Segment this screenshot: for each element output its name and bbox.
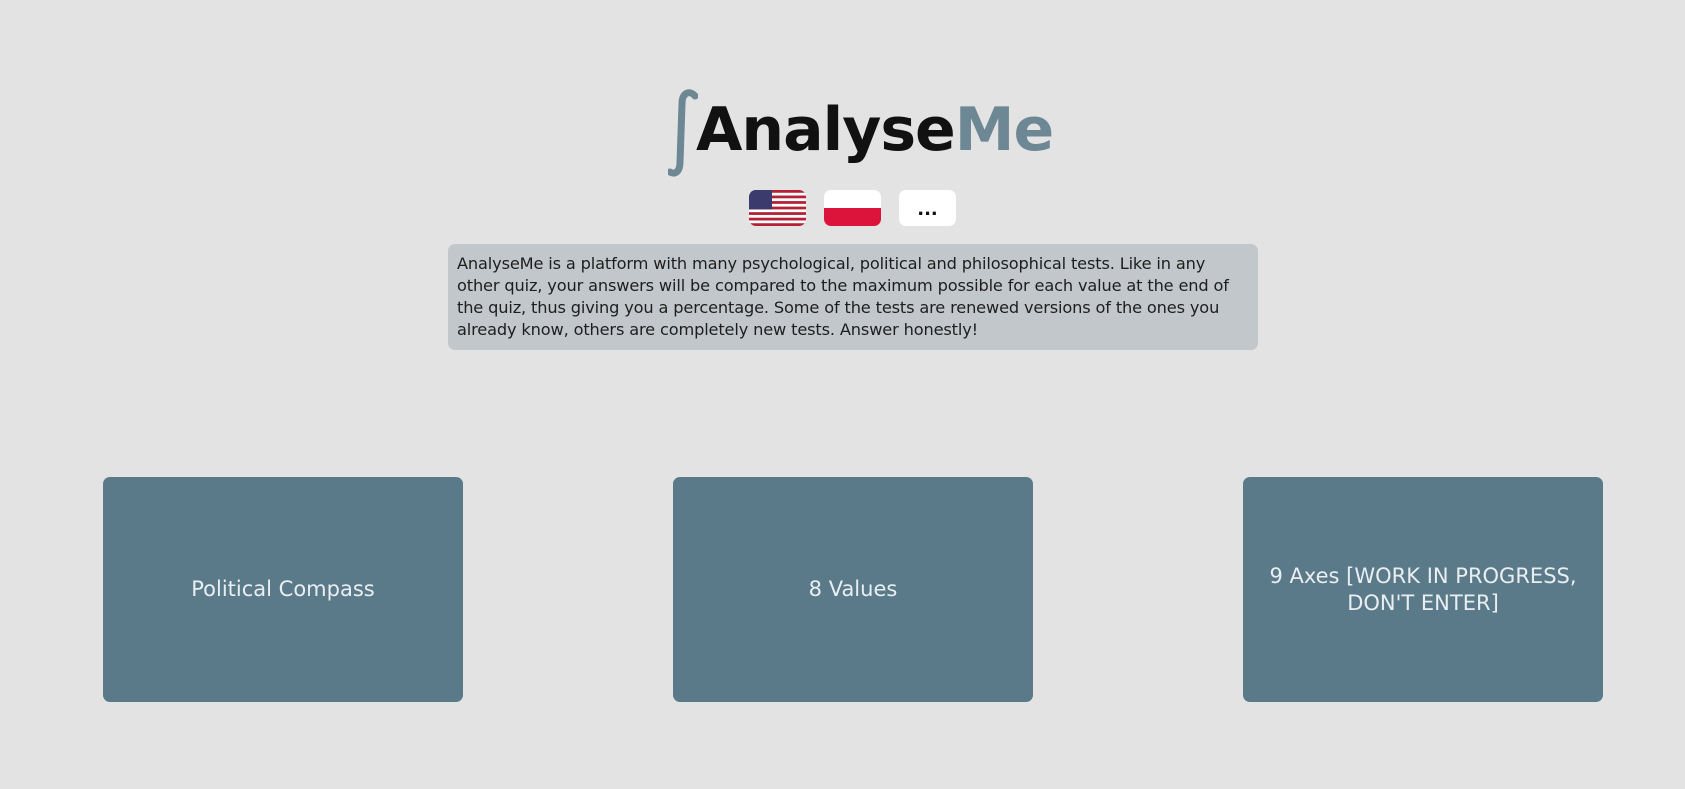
language-selector: ... [749,190,956,226]
integral-logo-icon [668,89,698,177]
logo-text-analyse: Analyse [696,95,956,165]
test-card-8-values[interactable]: 8 Values [673,477,1033,702]
more-languages-button[interactable]: ... [899,190,956,226]
page: AnalyseMe ... AnalyseMe is a platform wi… [0,0,1685,789]
site-logo[interactable]: AnalyseMe [668,82,1054,178]
test-card-political-compass[interactable]: Political Compass [103,477,463,702]
site-description: AnalyseMe is a platform with many psycho… [448,244,1258,350]
us-flag-icon [749,190,806,226]
test-card-label: 8 Values [808,577,898,601]
logo-text-me: Me [954,95,1054,165]
test-card-9-axes[interactable]: 9 Axes [WORK IN PROGRESS, DON'T ENTER] [1243,477,1603,702]
logo-wordmark: AnalyseMe [696,100,1054,178]
test-card-label: 9 Axes [WORK IN PROGRESS, DON'T ENTER] [1269,563,1577,615]
test-card-label: Political Compass [191,577,375,601]
language-english-button[interactable] [749,190,806,226]
language-polish-button[interactable] [824,190,881,226]
poland-flag-icon [824,190,881,226]
